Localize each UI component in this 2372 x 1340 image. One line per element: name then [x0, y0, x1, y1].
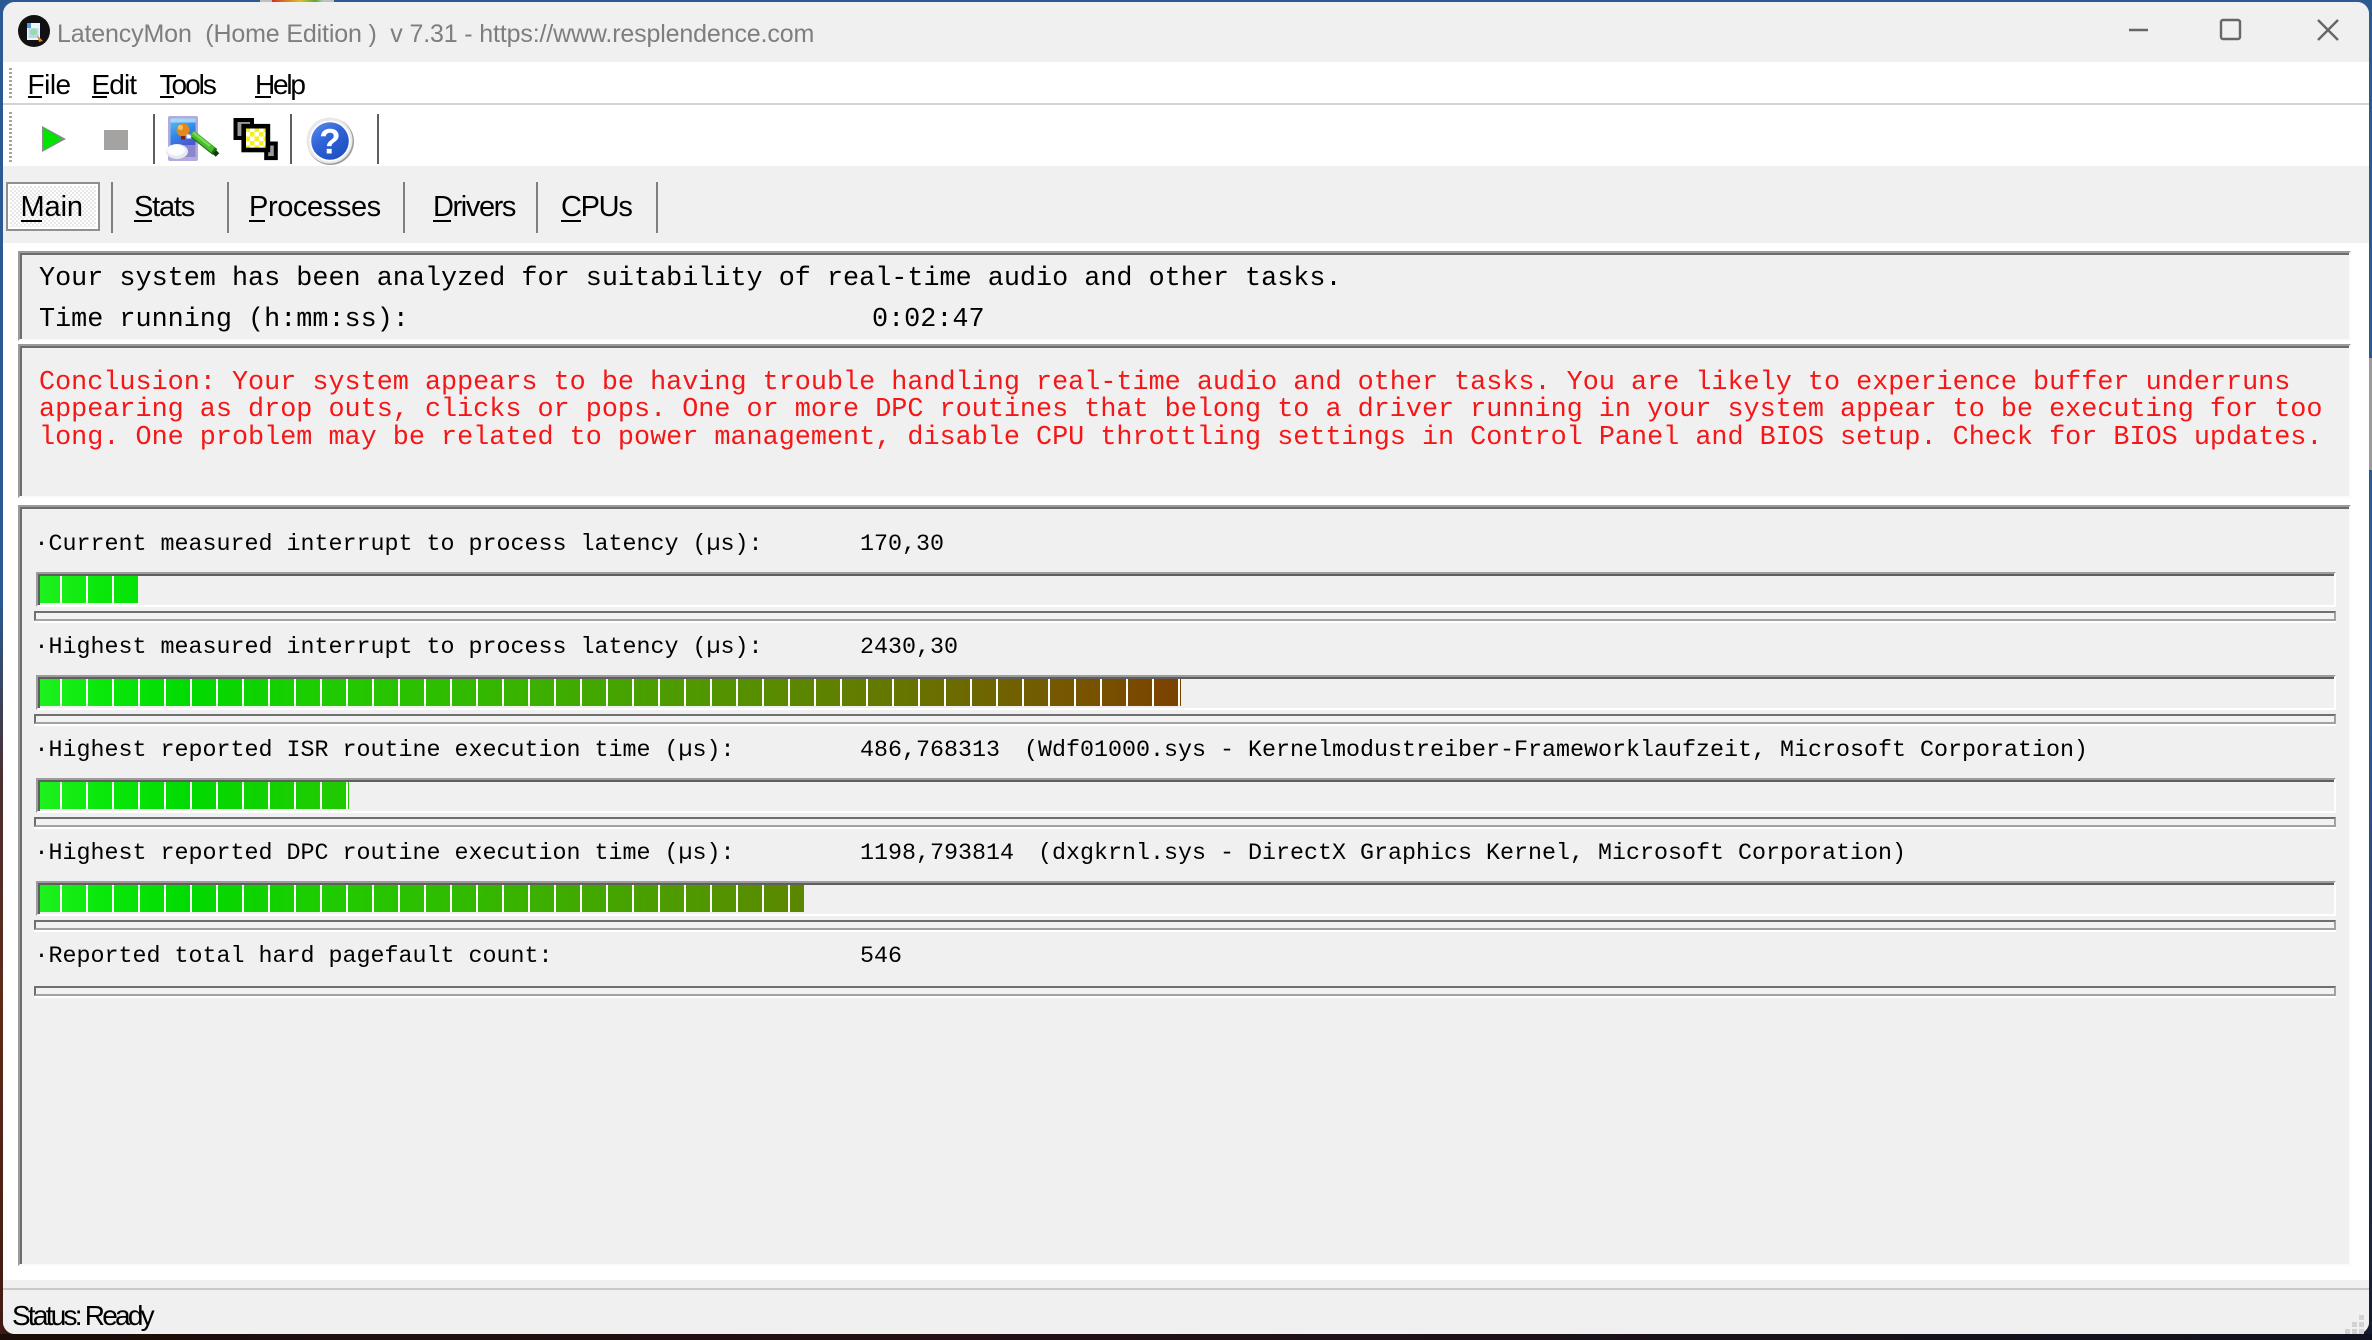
svg-text:?: ? — [319, 123, 340, 162]
